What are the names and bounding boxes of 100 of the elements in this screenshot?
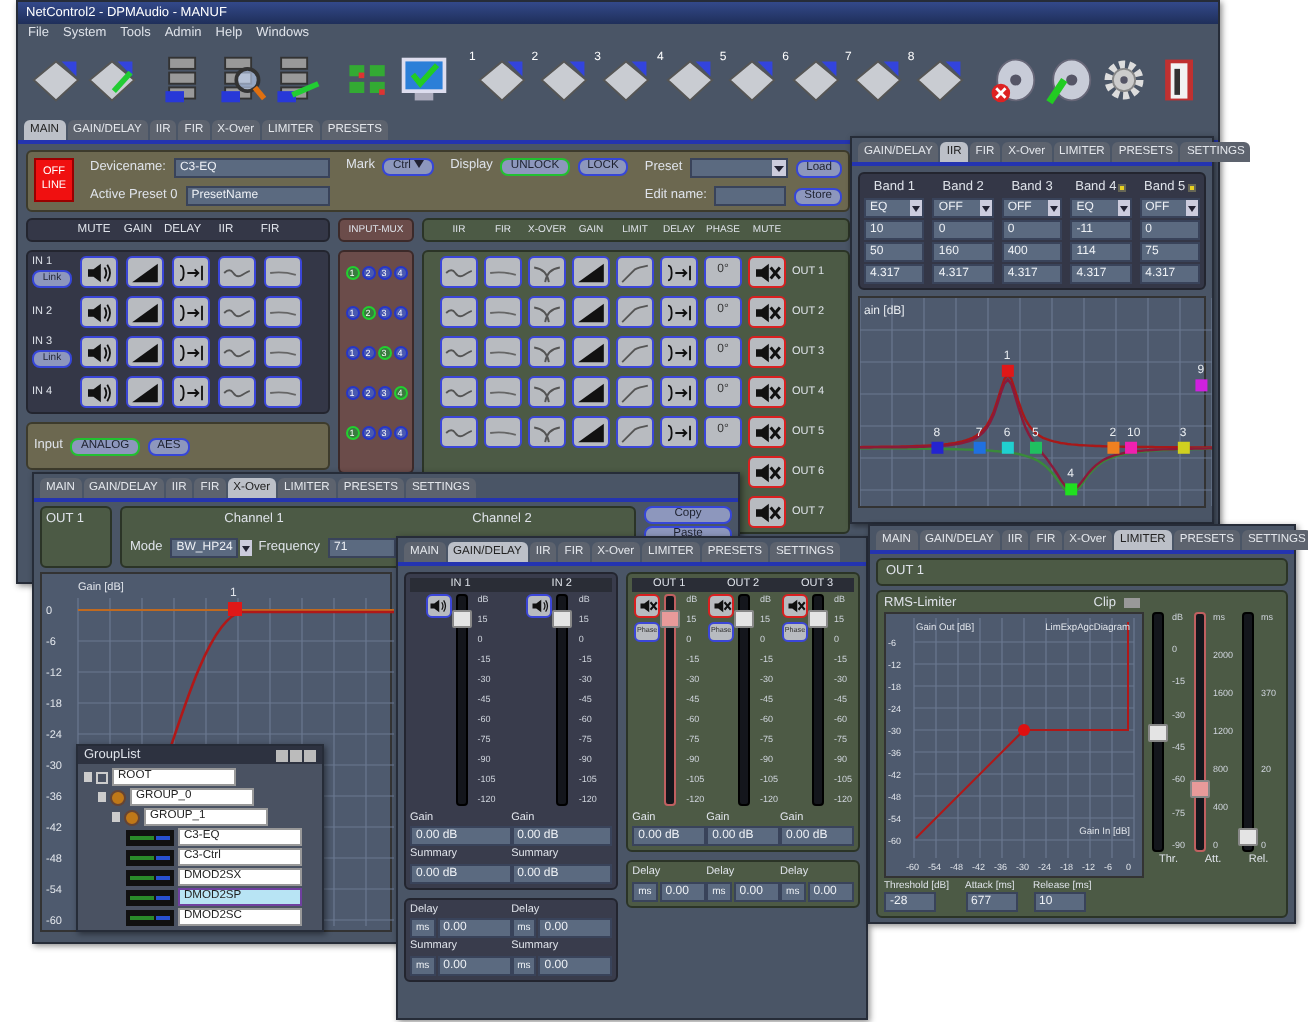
caret-icon [1117,200,1130,216]
channel-button[interactable] [748,336,786,368]
band-marker[interactable] [1177,441,1190,454]
channel-button[interactable] [126,376,164,408]
fader-thumb[interactable] [808,609,828,628]
muted-speaker-icon [752,381,782,403]
channel-button[interactable] [748,456,786,488]
channel-button[interactable] [572,296,610,328]
ramp-icon [576,381,606,403]
ramp-icon [130,341,160,363]
fader-thumb[interactable] [451,609,472,628]
caret-icon [1048,200,1061,216]
speaker-icon [84,341,114,363]
muted-speaker-icon [752,301,782,323]
clip-indicator [1124,598,1140,609]
mute-button[interactable] [708,593,735,618]
muted-speaker-icon [711,597,732,614]
channel-button[interactable] [572,376,610,408]
ramp-icon [576,421,606,443]
channel-button[interactable] [80,256,118,288]
fader-thumb[interactable] [1189,779,1210,798]
mute-button[interactable] [782,593,808,618]
channel-button[interactable] [218,376,256,408]
caret-icon [979,200,992,216]
mute-button[interactable] [634,593,661,618]
band-marker[interactable] [1001,441,1014,454]
bracket-arrow-icon [664,421,694,443]
knee-curve-icon [620,261,650,283]
channel-button[interactable] [80,376,118,408]
device-strip-icon [126,909,174,925]
band-marker[interactable] [1001,364,1014,377]
preset-dropdown[interactable] [690,158,789,178]
channel-button[interactable] [172,256,210,288]
name-input[interactable] [714,186,787,206]
crossing-curves-icon [532,421,562,443]
channel-button[interactable] [172,296,210,328]
device-strip-icon [126,869,174,885]
band-marker[interactable] [1125,441,1138,454]
channel-button[interactable] [660,296,698,328]
channel-button[interactable] [572,416,610,448]
band-marker[interactable] [1065,483,1078,496]
channel-button[interactable] [748,376,786,408]
fader-thumb[interactable] [734,609,755,628]
channel-button[interactable] [264,256,302,288]
channel-button[interactable] [126,296,164,328]
channel-button[interactable] [218,336,256,368]
band-marker[interactable] [1195,379,1208,392]
crossing-curves-icon [532,381,562,403]
channel-button[interactable] [660,256,698,288]
ramp-icon [130,261,160,283]
crossing-curves-icon [532,341,562,363]
fader-thumb[interactable] [660,609,681,628]
channel-button[interactable] [126,256,164,288]
channel-button[interactable] [572,336,610,368]
muted-speaker-icon [637,597,658,614]
caret-icon [414,160,425,168]
speaker-icon [84,381,114,403]
speaker-icon [84,301,114,323]
knee-curve-icon [620,421,650,443]
channel-button[interactable] [80,336,118,368]
mute-button[interactable] [425,593,452,618]
device-strip-icon [126,889,174,905]
caret-icon [240,539,253,556]
crossing-curves-icon [532,261,562,283]
channel-button[interactable] [748,496,786,528]
bracket-arrow-icon [664,341,694,363]
channel-button[interactable] [218,256,256,288]
fader-thumb[interactable] [1237,827,1258,846]
band-marker[interactable] [228,602,242,616]
fader-thumb[interactable] [552,609,573,628]
channel-button[interactable] [264,336,302,368]
channel-button[interactable] [748,256,786,288]
speaker-icon [529,597,550,614]
channel-button[interactable] [660,376,698,408]
channel-button[interactable] [126,336,164,368]
band-marker[interactable] [973,441,986,454]
knee-curve-icon [620,381,650,403]
channel-button[interactable] [748,296,786,328]
channel-button[interactable] [218,296,256,328]
channel-button[interactable] [748,416,786,448]
channel-button[interactable] [172,376,210,408]
band-marker[interactable] [1030,441,1042,454]
channel-button[interactable] [572,256,610,288]
caret-icon [772,160,787,176]
knee-curve-icon [620,301,650,323]
ramp-icon [130,301,160,323]
muted-speaker-icon [752,421,782,443]
muted-speaker-icon [752,341,782,363]
channel-button[interactable] [80,296,118,328]
channel-button[interactable] [660,416,698,448]
band-marker[interactable] [1107,441,1120,454]
bracket-arrow-icon [176,261,206,283]
band-marker[interactable] [931,441,944,454]
channel-button[interactable] [264,296,302,328]
fader-thumb[interactable] [1148,724,1168,743]
channel-button[interactable] [264,376,302,408]
channel-button[interactable] [172,336,210,368]
channel-button[interactable] [660,336,698,368]
mute-button[interactable] [526,593,553,618]
device-strip-icon [126,849,174,865]
